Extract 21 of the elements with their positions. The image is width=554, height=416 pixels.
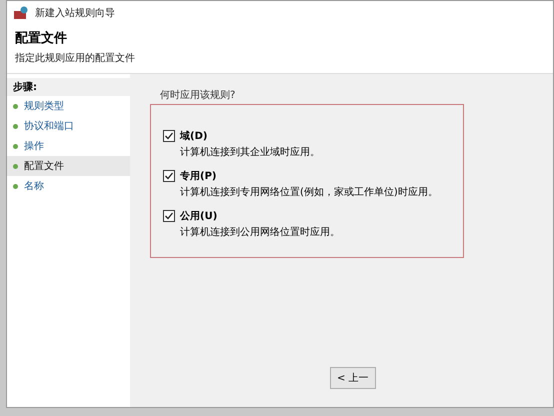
step-item[interactable]: 规则类型 (7, 96, 130, 116)
option-description: 计算机连接到专用网络位置(例如，家或工作单位)时应用。 (180, 186, 439, 199)
step-item[interactable]: 操作 (7, 136, 130, 156)
option-label: 域(D) (180, 130, 208, 143)
option-label: 专用(P) (180, 170, 216, 183)
question-label: 何时应用该规则? (160, 88, 236, 102)
option-description: 计算机连接到其企业域时应用。 (180, 146, 321, 159)
step-item[interactable]: 协议和端口 (7, 116, 130, 136)
page-subtitle: 指定此规则应用的配置文件 (15, 52, 136, 65)
page-title: 配置文件 (15, 30, 68, 47)
step-item[interactable]: 名称 (7, 176, 130, 196)
option-description: 计算机连接到公用网络位置时应用。 (180, 226, 341, 239)
checkbox[interactable] (163, 170, 175, 182)
checkbox[interactable] (163, 210, 175, 222)
step-item[interactable]: 配置文件 (7, 156, 130, 176)
firewall-icon (13, 6, 29, 20)
steps-heading: 步骤: (7, 78, 130, 96)
back-button[interactable]: < 上一 (330, 367, 376, 389)
option-label: 公用(U) (180, 210, 218, 223)
window-title: 新建入站规则向导 (35, 6, 115, 20)
checkbox[interactable] (163, 130, 175, 142)
